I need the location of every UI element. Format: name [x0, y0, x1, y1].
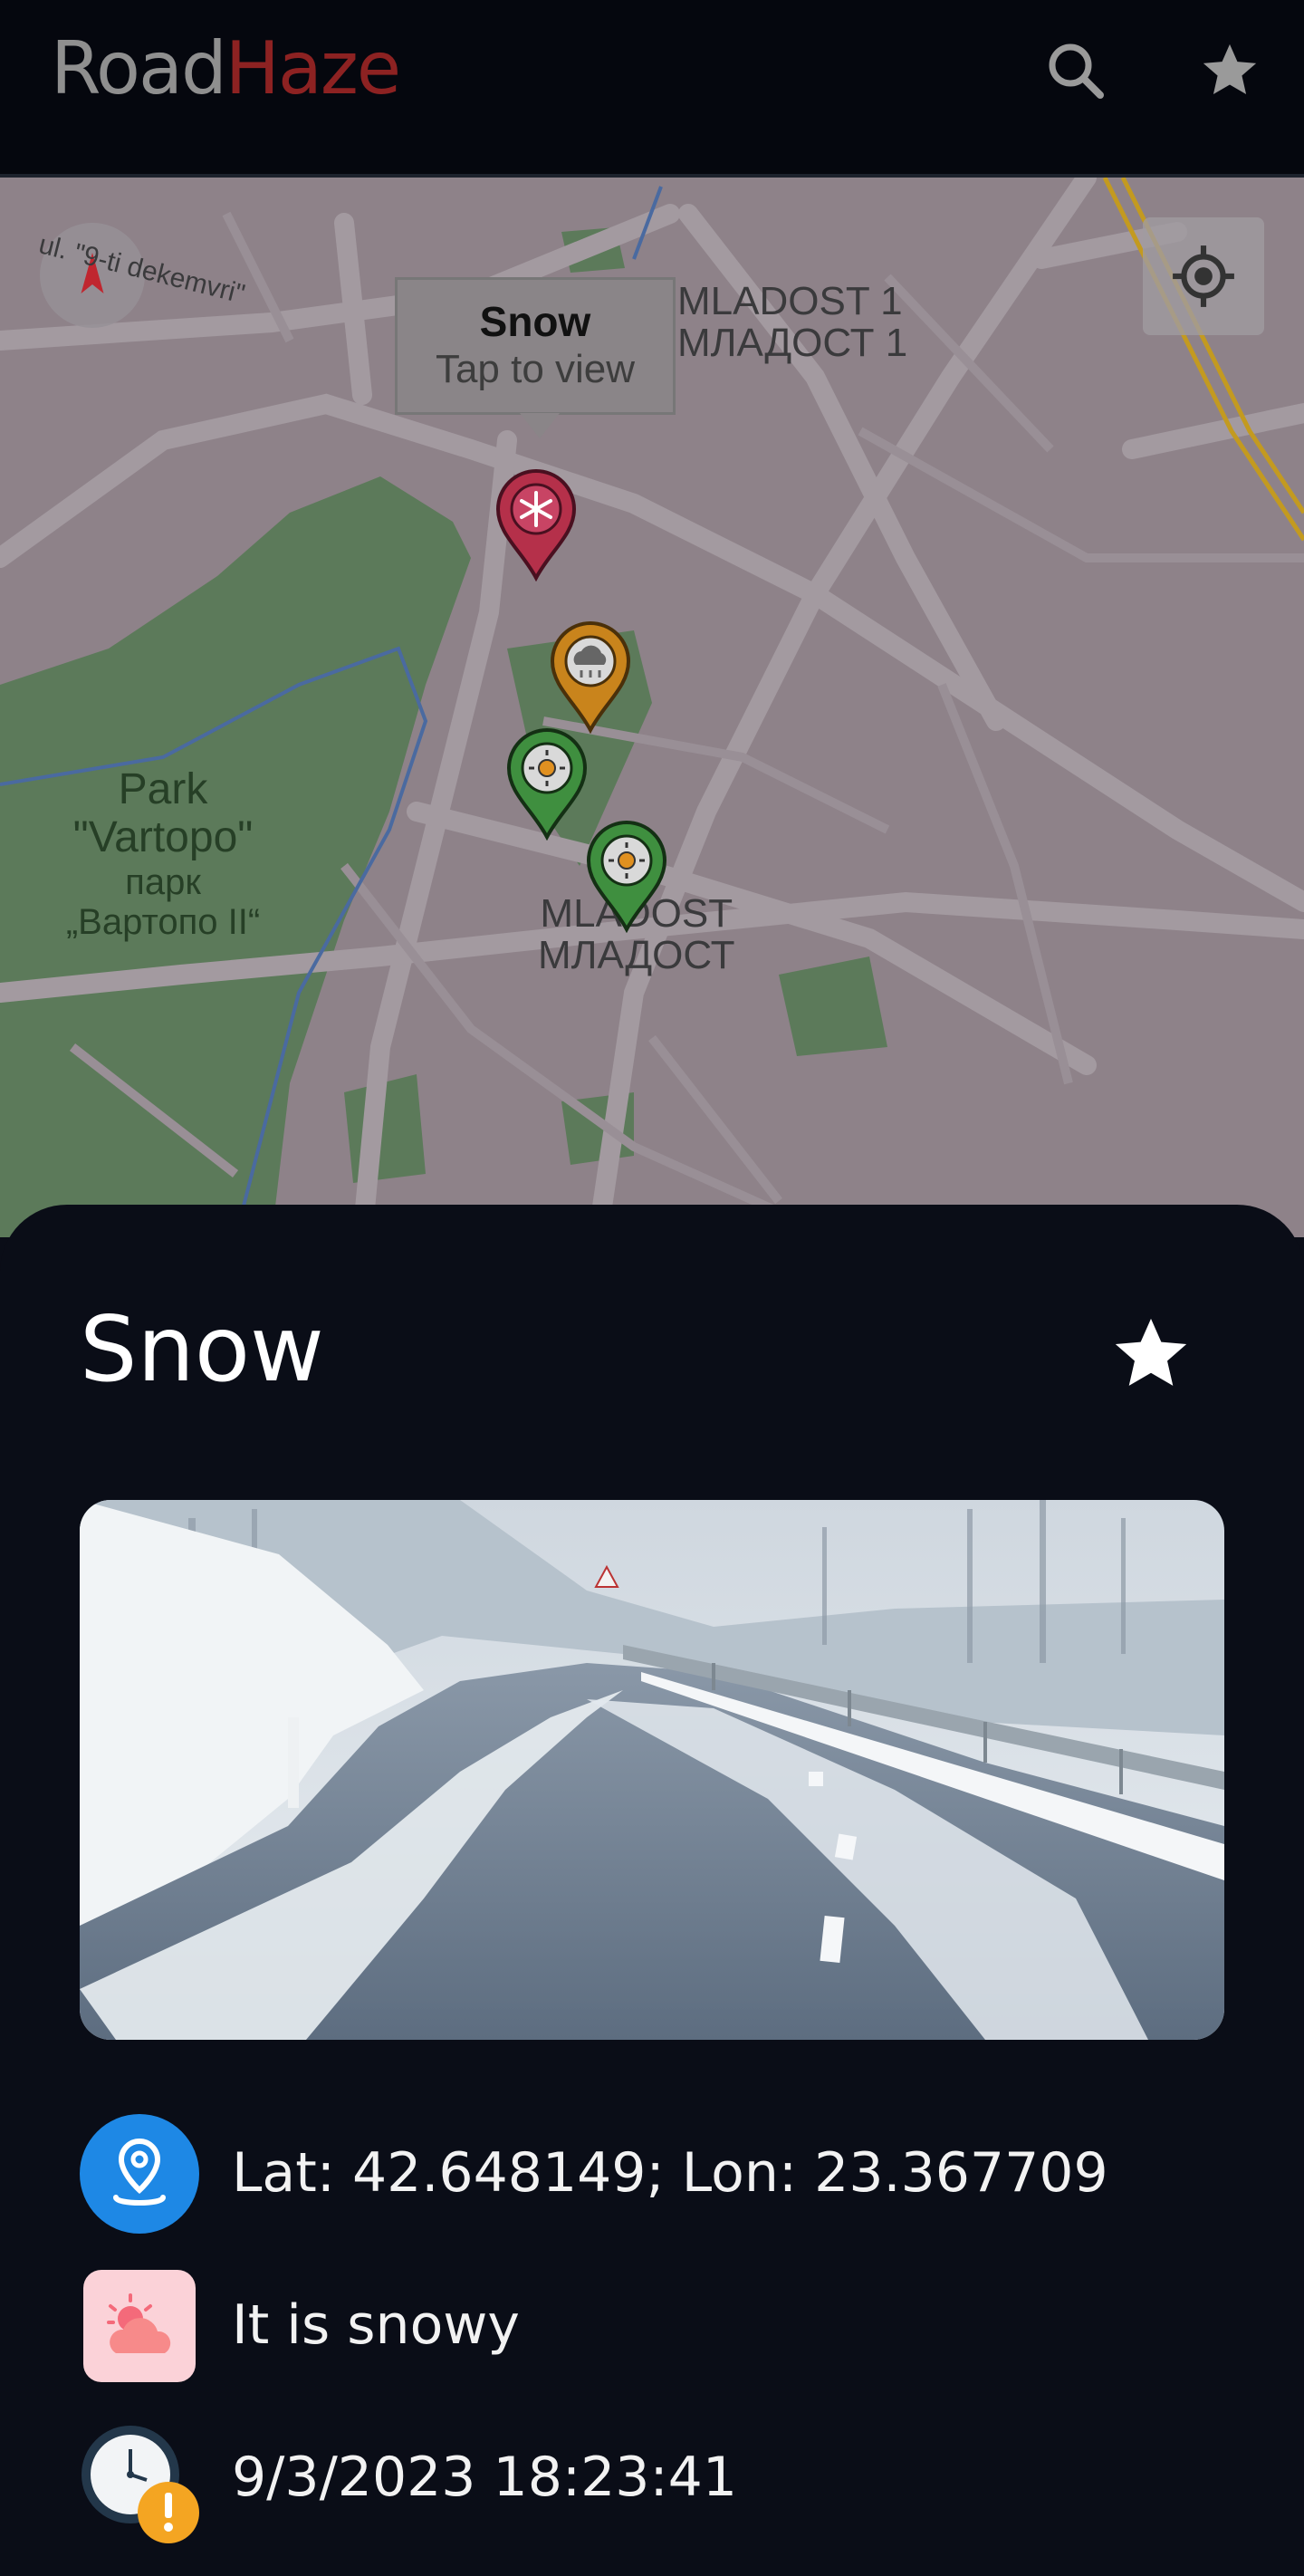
sunny-marker-1[interactable]	[505, 728, 589, 841]
timestamp-text: 9/3/2023 18:23:41	[232, 2446, 738, 2509]
clock-alert-icon	[80, 2424, 206, 2554]
location-pin-icon	[80, 2114, 199, 2237]
search-icon[interactable]	[1040, 34, 1112, 107]
coordinates-text: Lat: 42.648149; Lon: 23.367709	[232, 2141, 1108, 2205]
park-line-3: парк	[125, 861, 201, 902]
park-line-2: "Vartopo"	[72, 812, 254, 861]
sunny-marker-2[interactable]	[585, 821, 668, 934]
tooltip-title: Snow	[479, 298, 591, 345]
report-detail-sheet: Snow Lat: 42.648149; Lon: 23.367709 It i…	[0, 1205, 1304, 2576]
rain-marker[interactable]	[549, 621, 632, 735]
location-row: Lat: 42.648149; Lon: 23.367709	[80, 2110, 1239, 2237]
district-mid-cyrillic: МЛАДОСТ	[538, 933, 735, 978]
logo-haze: Haze	[225, 26, 401, 111]
snow-marker[interactable]	[494, 469, 578, 582]
favorite-star-icon[interactable]	[1108, 1312, 1194, 1397]
condition-row: It is snowy	[80, 2266, 1239, 2393]
crosshair-icon	[1173, 245, 1234, 307]
district-top-cyrillic: МЛАДОСТ 1	[677, 321, 908, 366]
my-location-button[interactable]	[1143, 217, 1264, 335]
park-label: Park "Vartopo" парк „Вартопо II“	[54, 765, 272, 942]
tooltip-pointer	[520, 413, 560, 438]
timestamp-row: 9/3/2023 18:23:41	[80, 2418, 1239, 2545]
park-line-1: Park	[118, 765, 208, 813]
tooltip-subtitle: Tap to view	[435, 347, 636, 391]
weather-cloud-sun-icon	[83, 2270, 196, 2386]
condition-text: It is snowy	[232, 2293, 520, 2357]
report-title: Snow	[80, 1296, 324, 1402]
logo-road: Road	[51, 26, 227, 111]
marker-tooltip[interactable]: Snow Tap to view	[395, 277, 676, 415]
district-label-top: MLADOST 1 МЛАДОСТ 1	[677, 279, 908, 366]
app-bar: RoadHaze	[0, 0, 1304, 178]
report-photo[interactable]	[80, 1500, 1224, 2040]
district-top-latin: MLADOST 1	[677, 279, 903, 323]
map-view[interactable]: ul. "9-ti dekemvri" MLADOST 1 МЛАДОСТ 1 …	[0, 178, 1304, 1237]
app-logo: RoadHaze	[51, 24, 401, 114]
favorites-star-icon[interactable]	[1194, 34, 1266, 107]
park-line-4: „Вартопо II“	[65, 901, 261, 942]
